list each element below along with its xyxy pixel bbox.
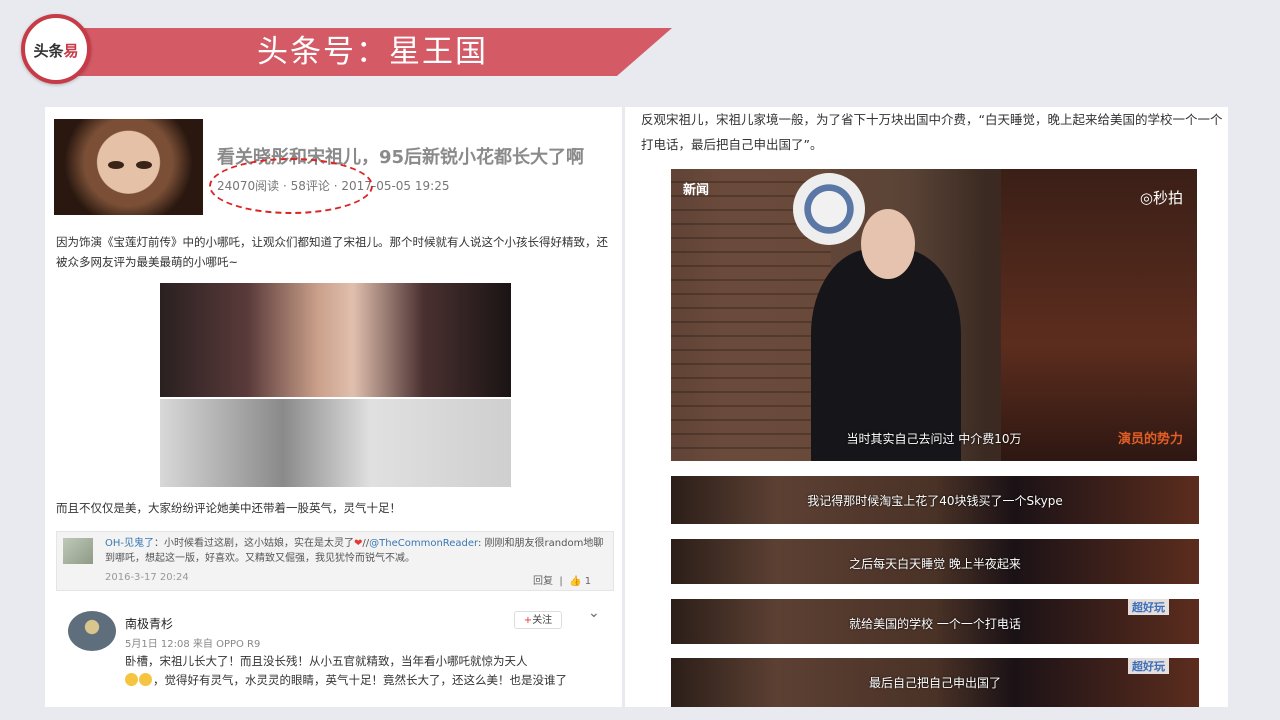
avatar[interactable] (68, 611, 116, 651)
miaopai-logo: ◎秒拍 (1139, 189, 1183, 207)
face-shape (861, 209, 915, 279)
laugh-emoji-icon (139, 673, 152, 686)
strip-subtitle: 我记得那时候淘宝上花了40块钱买了一个Skype (807, 494, 1063, 508)
news-logo: 新闻 (683, 183, 710, 198)
strip-subtitle: 最后自己把自己申出国了 (868, 676, 1001, 690)
comment-user[interactable]: OH-见鬼了 (105, 538, 154, 549)
quote-paragraph: 反观宋祖儿，宋祖儿家境一般，为了省下十万块出国中介费，“白天睡觉，晚上起来给美国… (641, 112, 1223, 152)
comment-actions: 回复 | 👍 1 (533, 576, 592, 587)
slide: 头条号：星王国 头条易 看关晓彤和宋祖儿，95后新锐小花都长大了啊 24070阅… (0, 0, 1280, 720)
eye-shape (108, 161, 124, 169)
strip-subtitle: 之后每天白天睡觉 晚上半夜起来 (849, 557, 1021, 571)
right-screenshot-panel: 反观宋祖儿，宋祖儿家境一般，为了省下十万块出国中介费，“白天睡觉，晚上起来给美国… (625, 107, 1228, 707)
laugh-emoji-icon (125, 673, 138, 686)
plus-icon: + (523, 615, 533, 626)
page-title: 头条号：星王国 (257, 34, 488, 70)
weibo-comment: OH-见鬼了：小时候看过这剧，这小姑娘，实在是太灵了❤//@TheCommonR… (56, 531, 614, 591)
eye-shape (136, 161, 152, 169)
comment-text: OH-见鬼了：小时候看过这剧，这小姑娘，实在是太灵了❤//@TheCommonR… (105, 538, 604, 564)
video-frame[interactable]: 新闻 ◎秒拍 演员的势力 当时其实自己去问过 中介费10万 (671, 169, 1197, 461)
left-screenshot-panel: 看关晓彤和宋祖儿，95后新锐小花都长大了啊 24070阅读 · 58评论 · 2… (45, 107, 622, 707)
article-photo (160, 283, 511, 487)
reply-button[interactable]: 回复 (533, 576, 553, 587)
decorative-plate (793, 173, 865, 245)
paragraph-2: 而且不仅仅是美，大家纷纷评论她美中还带着一股英气，灵气十足！ (56, 501, 401, 515)
chevron-down-icon[interactable]: ⌄ (588, 605, 600, 621)
follow-button[interactable]: +关注 (514, 611, 562, 629)
comment-text: 卧槽，宋祖儿长大了！而且没长残！从小五官就精致，当年看小哪吒就惊为天人 ，觉得好有… (125, 654, 567, 687)
photo-bottom-still (160, 399, 511, 487)
commenter-name[interactable]: 南极青杉 (125, 615, 173, 632)
subtitle-strip: 之后每天白天睡觉 晚上半夜起来 (671, 539, 1199, 584)
like-count: 1 (584, 576, 592, 587)
paragraph-1: 因为饰演《宝莲灯前传》中的小哪吒，让观众们都知道了宋祖儿。那个时候就有人说这个小… (56, 235, 608, 269)
article-thumbnail[interactable] (54, 119, 203, 215)
thumbs-up-icon[interactable]: 👍 (569, 576, 581, 587)
subtitle-strip: 超好玩 就给美国的学校 一个一个打电话 (671, 599, 1199, 644)
logo-text-b: 易 (63, 42, 79, 60)
video-subtitle: 当时其实自己去问过 中介费10万 (846, 432, 1022, 446)
comment-time: 2016-3-17 20:24 (105, 572, 189, 583)
comment-info: 5月1日 12:08 来自 OPPO R9 (125, 639, 261, 650)
toutiao-logo: 头条易 (21, 14, 91, 84)
strip-watermark: 超好玩 (1128, 658, 1169, 674)
logo-text-a: 头条 (33, 42, 64, 60)
subtitle-strip: 超好玩 最后自己把自己申出国了 (671, 658, 1199, 707)
subtitle-strip: 我记得那时候淘宝上花了40块钱买了一个Skype (671, 476, 1199, 524)
strip-watermark: 超好玩 (1128, 599, 1169, 615)
strip-subtitle: 就给美国的学校 一个一个打电话 (849, 617, 1021, 631)
cabinet (1001, 169, 1197, 461)
mention-link[interactable]: @TheCommonReader (369, 538, 478, 549)
photo-top-still (160, 283, 511, 397)
avatar[interactable] (63, 538, 93, 564)
highlight-ellipse (209, 158, 373, 214)
